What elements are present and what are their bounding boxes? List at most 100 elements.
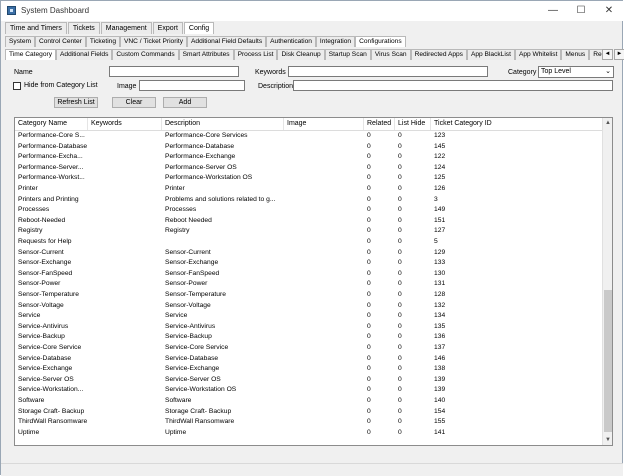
add-button[interactable]: Add — [163, 97, 207, 108]
tab-startup-scan[interactable]: Startup Scan — [324, 49, 371, 60]
cell-description: Performance-Core Services — [165, 132, 248, 139]
cell-description: Reboot Needed — [165, 216, 212, 224]
tab-control-center[interactable]: Control Center — [34, 36, 86, 47]
table-row[interactable]: Processes Processes 0 0 149 — [15, 205, 602, 216]
tab-tickets[interactable]: Tickets — [67, 22, 100, 34]
refresh-list-button[interactable]: Refresh List — [54, 97, 98, 108]
cell-ticket-category-id: 123 — [434, 132, 446, 139]
tab-export[interactable]: Export — [152, 22, 183, 34]
cell-image — [284, 322, 364, 333]
table-row[interactable]: Service Service 0 0 134 — [15, 311, 602, 322]
scroll-down-icon[interactable]: ▼ — [603, 435, 612, 445]
status-bar — [1, 463, 623, 476]
clear-button[interactable]: Clear — [112, 97, 156, 108]
hide-from-category-label: Hide from Category List — [24, 82, 98, 89]
tab-vnc-ticket-priority[interactable]: VNC / Ticket Priority — [120, 36, 188, 47]
table-row[interactable]: Performance-Database Performance-Database… — [15, 142, 602, 153]
cell-list-hide: 0 — [398, 238, 402, 245]
cell-ticket-category-id: 155 — [434, 418, 446, 426]
table-row[interactable]: Performance-Core S... Performance-Core Se… — [15, 131, 602, 142]
tab-system[interactable]: System — [5, 36, 35, 47]
tab-app-blacklist[interactable]: App BlackList — [466, 49, 515, 60]
image-input[interactable] — [139, 80, 245, 91]
cell-keywords — [88, 195, 162, 206]
table-row[interactable]: Service-Server OS Service-Server OS 0 0 139 — [15, 375, 602, 386]
tab-redirected-apps[interactable]: Redirected Apps — [410, 49, 467, 60]
tab-smart-attributes[interactable]: Smart Attributes — [178, 49, 234, 60]
cell-category-name: Sensor-FanSpeed — [18, 269, 73, 277]
cell-related: 0 — [367, 259, 371, 267]
config-tab-bar: System Control Center Ticketing VNC / Ti… — [5, 36, 406, 47]
column-header-ticket-category-id[interactable]: Ticket Category ID — [431, 118, 602, 130]
tab-menus[interactable]: Menus — [561, 49, 590, 60]
scroll-up-icon[interactable]: ▲ — [603, 118, 612, 128]
table-row[interactable]: Printers and Printing Problems and soluti… — [15, 195, 602, 206]
table-row[interactable]: Service-Antivirus Service-Antivirus 0 0 135 — [15, 322, 602, 333]
tab-process-list[interactable]: Process List — [233, 49, 278, 60]
table-row[interactable]: Service-Core Service Service-Core Service… — [15, 343, 602, 354]
column-header-keywords[interactable]: Keywords — [88, 118, 162, 130]
tab-custom-commands[interactable]: Custom Commands — [112, 49, 179, 60]
table-row[interactable]: Sensor-Temperature Sensor-Temperature 0 0 12… — [15, 290, 602, 301]
tab-config[interactable]: Config — [183, 22, 215, 34]
cell-ticket-category-id: 137 — [434, 344, 446, 351]
tab-virus-scan[interactable]: Virus Scan — [370, 49, 411, 60]
name-input[interactable] — [109, 66, 239, 77]
category-select[interactable]: Top Level ⌄ — [538, 66, 614, 78]
column-header-description[interactable]: Description — [162, 118, 284, 130]
cell-category-name: Service-Exchange — [18, 365, 73, 373]
table-row[interactable]: Software Software 0 0 140 — [15, 396, 602, 407]
tab-additional-field-defaults[interactable]: Additional Field Defaults — [187, 36, 267, 47]
table-row[interactable]: Performance-Excha... Performance-Exchange… — [15, 152, 602, 163]
tab-management[interactable]: Management — [100, 22, 152, 34]
cell-related: 0 — [367, 206, 371, 214]
column-header-category-name[interactable]: Category Name — [15, 118, 88, 130]
description-input[interactable] — [293, 80, 613, 91]
scrollbar-thumb[interactable] — [604, 290, 612, 432]
column-header-list-hide[interactable]: List Hide — [395, 118, 431, 130]
table-row[interactable]: Service-Exchange Service-Exchange 0 0 138 — [15, 364, 602, 375]
tab-scroll-right-icon[interactable]: ► — [614, 49, 624, 60]
column-header-related[interactable]: Related — [364, 118, 395, 130]
table-row[interactable]: Service-Backup Service-Backup 0 0 136 — [15, 332, 602, 343]
cell-related: 0 — [367, 238, 371, 245]
cell-keywords — [88, 407, 162, 418]
column-header-image[interactable]: Image — [284, 118, 364, 130]
table-row[interactable]: Storage Craft- Backup Storage Craft- Back… — [15, 407, 602, 418]
table-row[interactable]: ThirdWall Ransomware ThirdWall Ransomware… — [15, 417, 602, 428]
table-row[interactable]: Sensor-Power Sensor-Power 0 0 131 — [15, 279, 602, 290]
tab-scroll-left-icon[interactable]: ◄ — [602, 49, 613, 60]
tab-time-category[interactable]: Time Category — [5, 49, 56, 60]
keywords-input[interactable] — [288, 66, 488, 77]
table-row[interactable]: Service-Database Service-Database 0 0 146 — [15, 354, 602, 365]
table-row[interactable]: Performance-Workst... Performance-Worksta… — [15, 173, 602, 184]
minimize-button[interactable]: — — [539, 1, 567, 21]
hide-from-category-checkbox[interactable] — [13, 82, 21, 90]
tab-time-and-timers[interactable]: Time and Timers — [5, 22, 67, 34]
table-row[interactable]: Reboot-Needed Reboot Needed 0 0 151 — [15, 216, 602, 227]
table-row[interactable]: Printer Printer 0 0 126 — [15, 184, 602, 195]
cell-related: 0 — [367, 132, 371, 139]
table-row[interactable]: Uptime Uptime 0 0 141 — [15, 428, 602, 439]
table-row[interactable]: Registry Registry 0 0 127 — [15, 226, 602, 237]
table-row[interactable]: Sensor-Current Sensor-Current 0 0 129 — [15, 248, 602, 259]
tab-ticketing[interactable]: Ticketing — [85, 36, 121, 47]
vertical-scrollbar[interactable]: ▲ ▼ — [602, 118, 612, 445]
tab-disk-cleanup[interactable]: Disk Cleanup — [277, 49, 325, 60]
tab-integration[interactable]: Integration — [315, 36, 356, 47]
table-row[interactable]: Performance-Server... Performance-Server … — [15, 163, 602, 174]
tab-app-whitelist[interactable]: App Whitelist — [514, 49, 562, 60]
table-row[interactable]: Sensor-Exchange Sensor-Exchange 0 0 133 — [15, 258, 602, 269]
tab-additional-fields[interactable]: Additional Fields — [56, 49, 113, 60]
cell-ticket-category-id: 5 — [434, 238, 438, 245]
maximize-button[interactable]: ☐ — [567, 1, 595, 21]
table-row[interactable]: Service-Workstation... Service-Workstatio… — [15, 385, 602, 396]
cell-category-name: Service-Database — [18, 354, 72, 362]
table-row[interactable]: Sensor-FanSpeed Sensor-FanSpeed 0 0 130 — [15, 269, 602, 280]
table-row[interactable]: Requests for Help 0 0 5 — [15, 237, 602, 248]
table-row[interactable]: Sensor-Voltage Sensor-Voltage 0 0 132 — [15, 301, 602, 312]
tab-authentication[interactable]: Authentication — [266, 36, 316, 47]
cell-description: Performance-Database — [165, 142, 235, 150]
tab-configurations[interactable]: Configurations — [355, 36, 406, 47]
close-button[interactable]: ✕ — [595, 1, 623, 21]
